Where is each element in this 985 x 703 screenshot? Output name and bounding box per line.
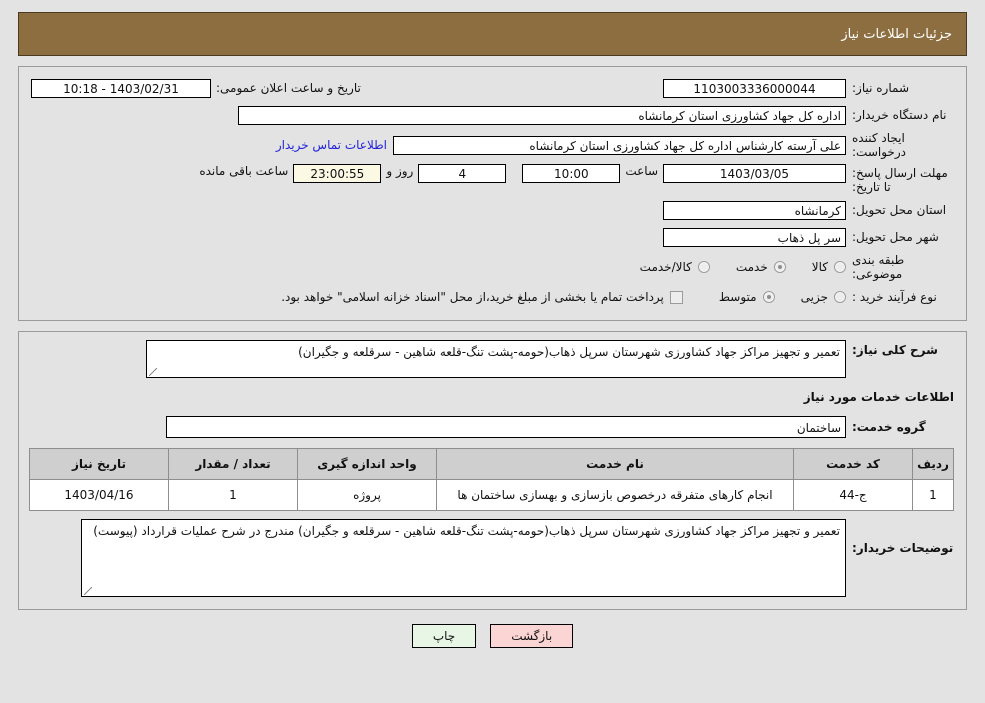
category-radio-group: کالا خدمت کالا/خدمت	[614, 260, 846, 274]
summary-textarea[interactable]: تعمیر و تجهیز مراکز جهاد کشاورزی شهرستان…	[146, 340, 846, 378]
row-need-number: شماره نیاز: 1103003336000044 تاریخ و ساع…	[31, 77, 954, 99]
cell-quantity: 1	[168, 479, 298, 511]
services-section-title: اطلاعات خدمات مورد نیاز	[803, 390, 954, 404]
radio-category-service[interactable]: خدمت	[736, 260, 786, 274]
radio-selected-icon	[762, 291, 775, 303]
remaining-suffix-label: ساعت باقی مانده	[199, 164, 289, 178]
need-number-label: شماره نیاز:	[852, 81, 909, 95]
need-details-panel: شرح کلی نیاز: تعمیر و تجهیز مراکز جهاد ک…	[18, 331, 967, 610]
deadline-time-field[interactable]: 10:00	[522, 164, 621, 183]
cell-code: ج-44	[793, 479, 913, 511]
row-service-group: گروه خدمت: ساختمان	[31, 416, 954, 438]
row-creator: ایجاد کننده درخواست: علی آرسته کارشناس ا…	[31, 131, 954, 159]
radio-category-service-label: خدمت	[735, 260, 768, 274]
table-header-row: ردیف کد خدمت نام خدمت واحد اندازه گیری ت…	[29, 448, 954, 480]
radio-category-goods-label: کالا	[811, 260, 828, 274]
row-province: استان محل تحویل: کرمانشاه	[31, 199, 954, 221]
page-title: جزئیات اطلاعات نیاز	[841, 26, 952, 42]
col-quantity: تعداد / مقدار	[168, 448, 298, 480]
row-category: طبقه بندی موضوعی: کالا خدمت کالا/خدمت	[31, 253, 954, 281]
cell-need-date: 1403/04/16	[29, 479, 169, 511]
city-field[interactable]: سر پل ذهاب	[663, 227, 846, 247]
buyer-notes-textarea[interactable]: تعمیر و تجهیز مراکز جهاد کشاورزی شهرستان…	[81, 519, 846, 597]
remaining-days-field[interactable]: 4	[418, 164, 507, 183]
row-summary: شرح کلی نیاز: تعمیر و تجهیز مراکز جهاد ک…	[31, 340, 954, 378]
footer-actions: بازگشت چاپ	[0, 624, 985, 648]
page-header-bar: جزئیات اطلاعات نیاز	[18, 12, 967, 56]
radio-icon	[834, 261, 846, 273]
need-number-field[interactable]: 1103003336000044	[663, 78, 846, 98]
process-radio-group: جزیی متوسط	[693, 290, 846, 304]
deadline-hour-label: ساعت	[625, 164, 658, 178]
buyer-notes-label: توضیحات خریدار:	[852, 541, 954, 555]
services-table: ردیف کد خدمت نام خدمت واحد اندازه گیری ت…	[29, 448, 954, 511]
province-field[interactable]: کرمانشاه	[663, 200, 846, 220]
col-index: ردیف	[912, 448, 954, 480]
row-deadline: مهلت ارسال پاسخ: تا تاریخ: 1403/03/05 سا…	[31, 164, 954, 194]
back-button[interactable]: بازگشت	[490, 624, 574, 648]
print-button[interactable]: چاپ	[411, 624, 477, 648]
buyer-contact-link[interactable]: اطلاعات تماس خریدار	[270, 138, 393, 152]
islamic-treasury-note: پرداخت تمام یا بخشی از مبلغ خرید،از محل …	[281, 290, 664, 304]
service-group-field[interactable]: ساختمان	[166, 416, 846, 438]
city-label: شهر محل تحویل:	[852, 230, 939, 244]
radio-category-goods-service-label: کالا/خدمت	[639, 260, 692, 274]
remaining-clock-field: 23:00:55	[293, 164, 382, 183]
row-process: نوع فرآیند خرید : جزیی متوسط پرداخت تمام…	[31, 286, 954, 308]
public-announce-field[interactable]: 1403/02/31 - 10:18	[31, 78, 211, 98]
service-group-label: گروه خدمت:	[852, 420, 926, 434]
process-label: نوع فرآیند خرید :	[852, 290, 937, 304]
deadline-label: مهلت ارسال پاسخ: تا تاریخ:	[852, 166, 948, 194]
radio-category-goods-service[interactable]: کالا/خدمت	[640, 260, 710, 274]
radio-category-goods[interactable]: کالا	[812, 260, 846, 274]
buyer-org-field[interactable]: اداره کل جهاد کشاورزی استان کرمانشاه	[238, 105, 846, 125]
radio-icon	[834, 291, 846, 303]
radio-icon	[697, 261, 710, 273]
col-code: کد خدمت	[793, 448, 913, 480]
buyer-org-label: نام دستگاه خریدار:	[852, 108, 947, 122]
checkbox-icon	[669, 290, 683, 304]
summary-label: شرح کلی نیاز:	[852, 343, 938, 357]
need-info-panel: شماره نیاز: 1103003336000044 تاریخ و ساع…	[18, 66, 967, 321]
row-buyer-notes: توضیحات خریدار: تعمیر و تجهیز مراکز جهاد…	[31, 519, 954, 597]
row-buyer-org: نام دستگاه خریدار: اداره کل جهاد کشاورزی…	[31, 104, 954, 126]
cell-unit: پروژه	[297, 479, 437, 511]
deadline-date-field[interactable]: 1403/03/05	[663, 164, 846, 183]
remaining-days-label: روز و	[386, 164, 414, 178]
col-date: تاریخ نیاز	[29, 448, 169, 480]
cell-name: انجام کارهای متفرقه درخصوص بازسازی و بهس…	[436, 479, 794, 511]
col-unit: واحد اندازه گیری	[297, 448, 437, 480]
checkbox-islamic-treasury[interactable]: پرداخت تمام یا بخشی از مبلغ خرید،از محل …	[281, 290, 683, 304]
cell-index: 1	[912, 479, 954, 511]
radio-process-minor[interactable]: جزیی	[801, 290, 846, 304]
radio-process-medium-label: متوسط	[718, 290, 757, 304]
radio-selected-icon	[773, 261, 786, 273]
col-name: نام خدمت	[436, 448, 794, 480]
row-city: شهر محل تحویل: سر پل ذهاب	[31, 226, 954, 248]
category-label: طبقه بندی موضوعی:	[852, 253, 905, 281]
table-row[interactable]: 1 ج-44 انجام کارهای متفرقه درخصوص بازساز…	[29, 479, 954, 511]
province-label: استان محل تحویل:	[852, 203, 947, 217]
public-announce-label: تاریخ و ساعت اعلان عمومی:	[216, 81, 361, 95]
radio-process-medium[interactable]: متوسط	[719, 290, 775, 304]
creator-label: ایجاد کننده درخواست:	[852, 131, 906, 159]
creator-field[interactable]: علی آرسته کارشناس اداره کل جهاد کشاورزی …	[393, 135, 846, 155]
radio-process-minor-label: جزیی	[800, 290, 828, 304]
